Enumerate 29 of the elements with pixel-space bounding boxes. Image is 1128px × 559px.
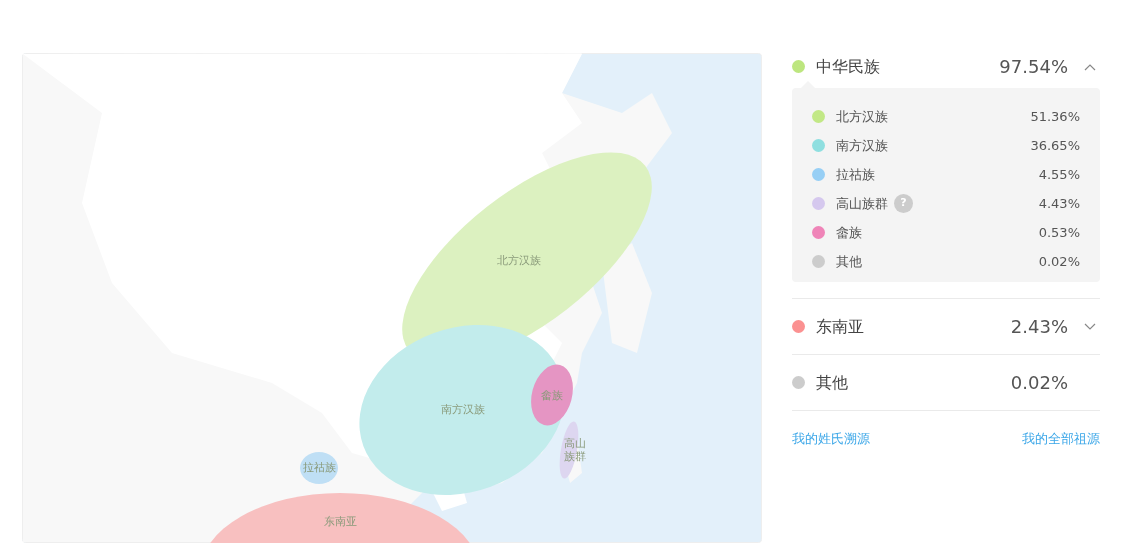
subgroup-percent: 51.36% bbox=[1030, 107, 1080, 126]
subgroup-percent: 0.02% bbox=[1038, 252, 1080, 271]
group-percent: 97.54% bbox=[999, 55, 1068, 79]
group-name: 东南亚 bbox=[816, 315, 864, 338]
chevron-up-icon[interactable] bbox=[1084, 62, 1096, 71]
subgroup-name: 其他 bbox=[836, 252, 862, 271]
region-label: 东南亚 bbox=[323, 515, 357, 529]
region-label: 南方汉族 bbox=[441, 403, 485, 417]
group-name: 中华民族 bbox=[816, 55, 880, 78]
subgroup-name: 南方汉族 bbox=[836, 136, 888, 155]
link[interactable]: 我的全部祖源 bbox=[1022, 429, 1100, 449]
subgroup-percent: 0.53% bbox=[1038, 223, 1080, 242]
subgroup-name: 高山族群 bbox=[836, 194, 888, 213]
subgroup-percent: 4.43% bbox=[1038, 194, 1080, 213]
region-label: 畲族 bbox=[541, 389, 563, 403]
region-label: 北方汉族 bbox=[497, 254, 541, 268]
subgroup-name: 拉祜族 bbox=[836, 165, 875, 184]
help-button[interactable]: ? bbox=[894, 194, 913, 213]
subgroup-percent: 36.65% bbox=[1030, 136, 1080, 155]
group-percent: 2.43% bbox=[1010, 315, 1068, 339]
region-label: 拉祜族 bbox=[302, 461, 336, 475]
subgroup-name: 畲族 bbox=[836, 223, 862, 242]
link[interactable]: 我的姓氏溯源 bbox=[792, 429, 870, 449]
group-name: 其他 bbox=[816, 371, 848, 394]
subgroup-percent: 4.55% bbox=[1038, 165, 1080, 184]
chevron-down-icon[interactable] bbox=[1084, 322, 1096, 331]
subgroup-name: 北方汉族 bbox=[836, 107, 888, 126]
region-label: 高山族群 bbox=[563, 436, 587, 464]
group-percent: 0.02% bbox=[1010, 371, 1068, 395]
